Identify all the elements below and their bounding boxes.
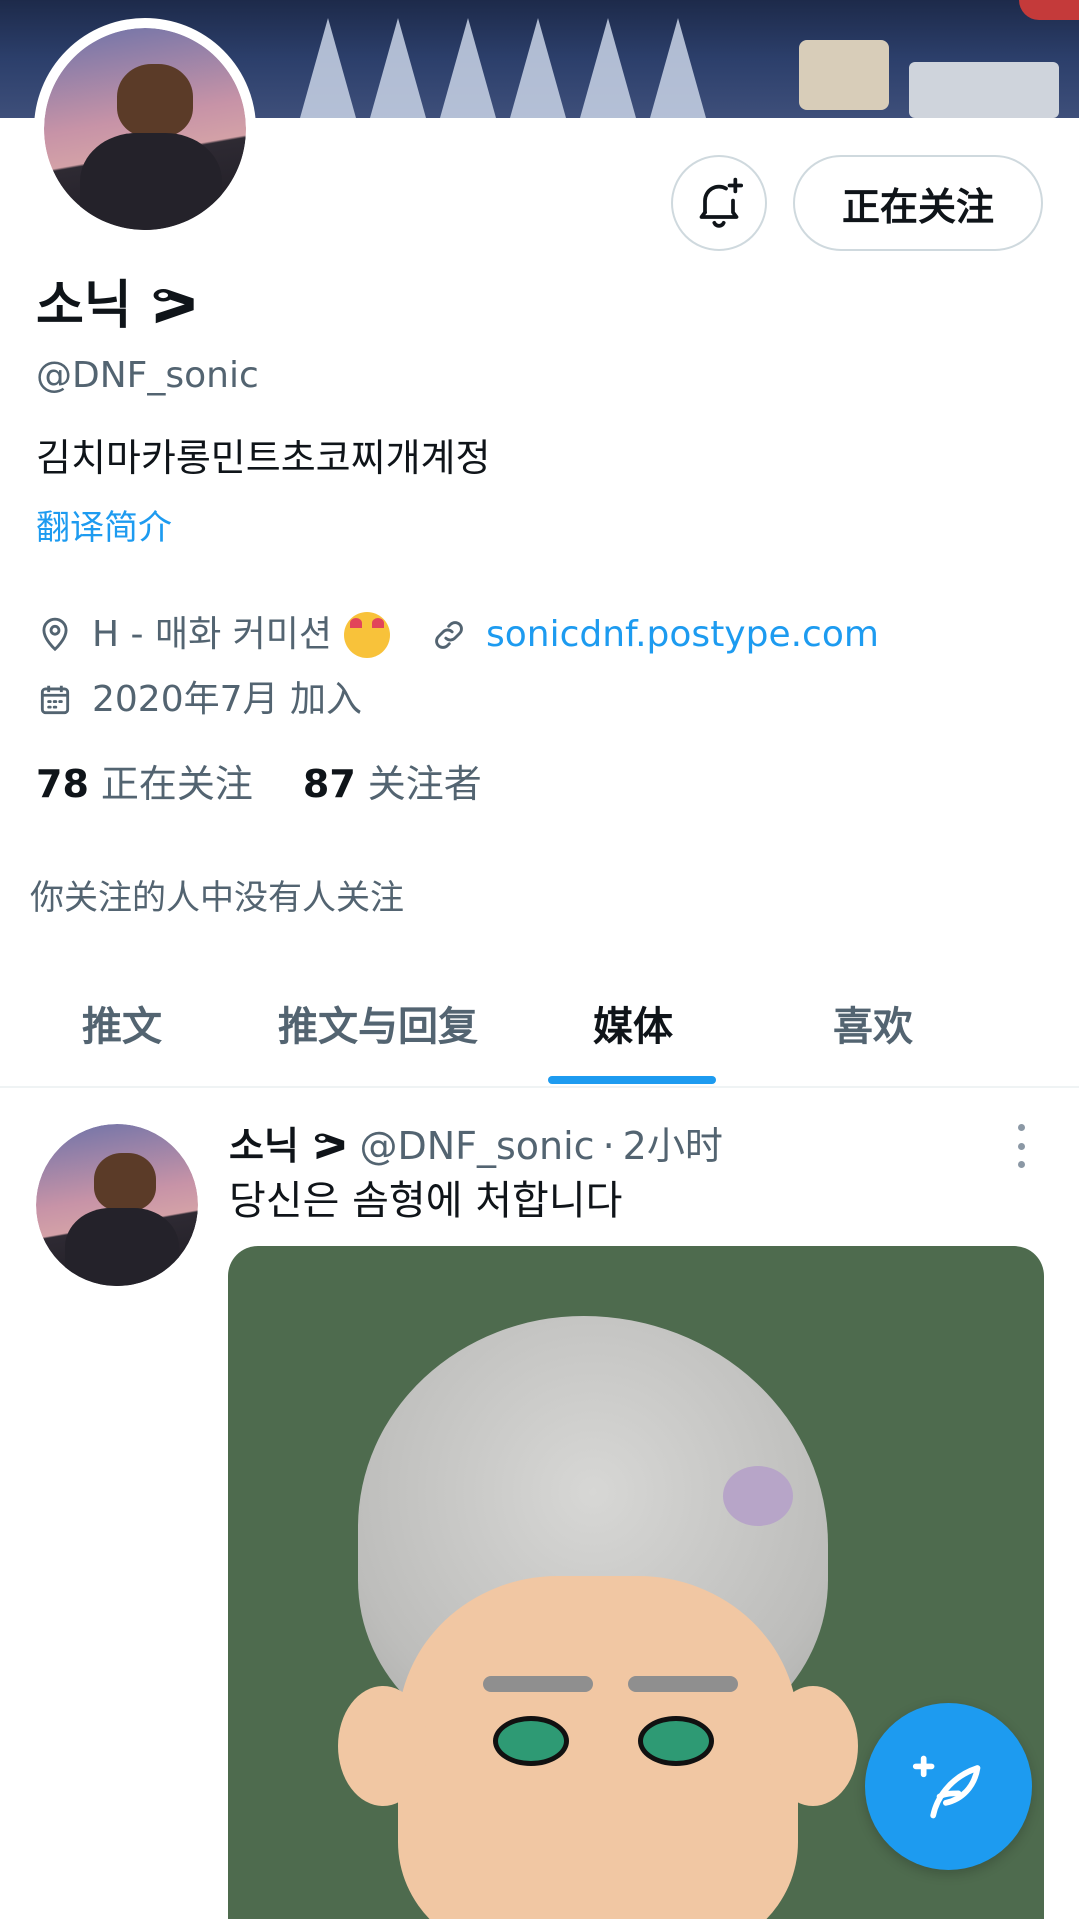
avatar-hair <box>116 64 194 138</box>
tweet-author-avatar[interactable] <box>36 1124 198 1286</box>
profile-website-link[interactable]: sonicdnf.postype.com <box>486 613 879 657</box>
followers-count[interactable]: 87 <box>303 760 356 808</box>
no-common-followers-text: 你关注的人中没有人关注 <box>30 878 404 918</box>
following-label[interactable]: 正在关注 <box>101 760 253 808</box>
plush-ear <box>768 1686 858 1806</box>
plush-brow <box>628 1676 738 1692</box>
banner-device <box>909 62 1059 118</box>
banner-tree <box>300 18 356 118</box>
tab-media[interactable]: 媒体 <box>593 960 673 1086</box>
follow-counts: 78 正在关注 87 关注者 <box>36 760 532 808</box>
profile-location: H - 매화 커미션 <box>92 614 332 655</box>
profile-avatar[interactable] <box>34 18 256 240</box>
following-count[interactable]: 78 <box>36 760 89 808</box>
banner-tree <box>440 18 496 118</box>
banner-tree <box>580 18 636 118</box>
smiling-hearts-emoji-icon <box>344 612 390 658</box>
bell-plus-icon <box>699 177 744 228</box>
more-dot <box>1017 1161 1025 1168</box>
avatar-body <box>80 133 222 230</box>
user-handle: @DNF_sonic <box>36 355 259 396</box>
avatar-body <box>65 1208 179 1286</box>
profile-bio: 김치마카롱민트초코찌개계정 <box>36 436 491 480</box>
following-button[interactable]: 正在关注 <box>793 155 1043 251</box>
tweet-author-handle[interactable]: @DNF_sonic <box>359 1122 594 1170</box>
more-options-icon[interactable] <box>1008 1124 1034 1168</box>
tweet-author-name[interactable]: 소닉 ᕗ <box>229 1122 347 1170</box>
profile-meta-location-row: H - 매화 커미션 sonicdnf.postype.com <box>36 612 879 658</box>
banner-tree <box>650 18 706 118</box>
tab-likes[interactable]: 喜欢 <box>833 960 913 1086</box>
profile-tabs: 推文 推文与回复 媒体 喜欢 <box>0 960 1079 1088</box>
followers-label[interactable]: 关注者 <box>368 760 482 808</box>
compose-tweet-button[interactable] <box>865 1703 1032 1870</box>
banner-tree <box>370 18 426 118</box>
banner-tree <box>510 18 566 118</box>
profile-meta-joined-row: 2020年7月 加入 <box>36 678 362 722</box>
tweet-header: 소닉 ᕗ @DNF_sonic · 2小时 <box>229 1122 723 1170</box>
avatar-image <box>36 1124 198 1286</box>
translate-bio-link[interactable]: 翻译简介 <box>36 506 172 550</box>
tab-tweets-and-replies[interactable]: 推文与回复 <box>278 960 478 1086</box>
calendar-icon <box>36 681 74 719</box>
compose-feather-icon <box>912 1755 980 1818</box>
tab-tweets[interactable]: 推文 <box>82 960 162 1086</box>
tweet-text: 당신은 솜형에 처합니다 <box>229 1178 623 1224</box>
more-dot <box>1017 1124 1025 1131</box>
plush-face <box>398 1576 798 1919</box>
tweet-separator: · <box>602 1124 615 1168</box>
location-pin-icon <box>36 616 74 654</box>
plush-hair-detail <box>723 1466 793 1526</box>
banner-lamp <box>799 40 889 110</box>
display-name: 소닉 ᕗ <box>36 276 199 336</box>
profile-joined-date: 2020年7月 加入 <box>92 679 362 720</box>
avatar-image <box>44 28 246 230</box>
avatar-hair <box>94 1153 156 1212</box>
notify-button[interactable] <box>671 155 767 251</box>
active-tab-indicator <box>548 1076 716 1084</box>
plush-eye <box>638 1716 714 1766</box>
plush-eye <box>493 1716 569 1766</box>
tweet-time[interactable]: 2小时 <box>623 1122 723 1170</box>
more-dot <box>1017 1142 1025 1150</box>
plush-brow <box>483 1676 593 1692</box>
banner-accent <box>1019 0 1079 20</box>
plush-ear <box>338 1686 428 1806</box>
link-icon <box>430 616 468 654</box>
